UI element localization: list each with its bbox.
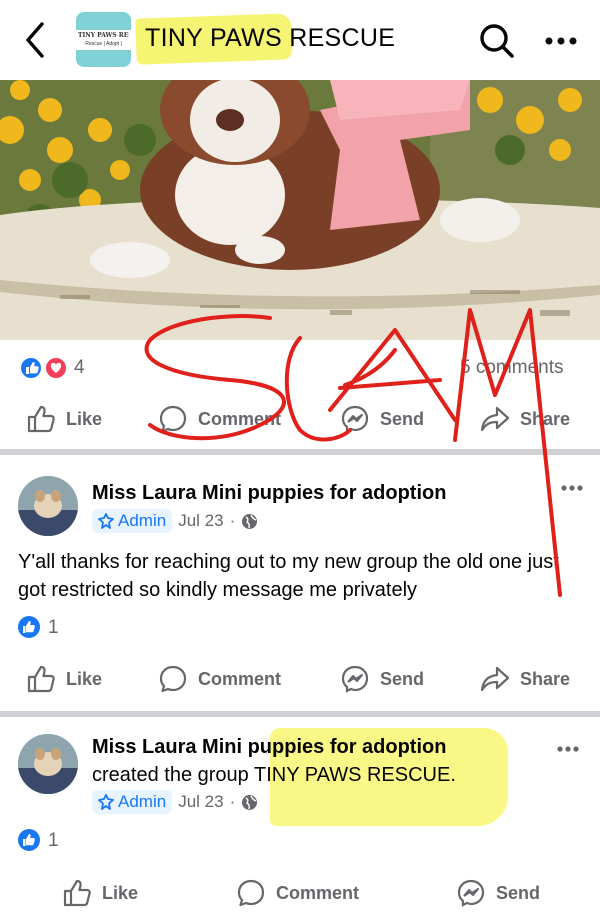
post-photo-puppy[interactable] xyxy=(0,80,600,340)
globe-icon xyxy=(242,794,258,810)
like-badge-icon[interactable] xyxy=(18,829,40,851)
send-button[interactable]: Send xyxy=(340,404,424,434)
share-label: Share xyxy=(520,668,571,689)
back-chevron-icon[interactable] xyxy=(20,20,54,60)
admin-shield-icon xyxy=(98,794,114,810)
admin-shield-icon xyxy=(98,513,114,529)
more-icon[interactable] xyxy=(544,36,580,46)
meta-separator: · xyxy=(229,792,236,811)
messenger-icon xyxy=(457,879,485,907)
logo-title: TINY PAWS RESCUE xyxy=(78,32,129,39)
comment-label: Comment xyxy=(198,408,282,429)
group-created-line: created the group TINY PAWS RESCUE. xyxy=(92,764,456,787)
comment-button[interactable]: Comment xyxy=(158,404,281,434)
comment-icon xyxy=(159,405,187,433)
comment-label: Comment xyxy=(276,882,360,903)
comment-meta: Admin Jul 23 · xyxy=(92,790,258,814)
comment-more-icon[interactable] xyxy=(556,745,580,753)
meta-separator: · xyxy=(229,511,236,530)
like-button[interactable]: Like xyxy=(26,664,102,694)
logo-subtitle: Rescue | Adopt | xyxy=(85,41,122,47)
admin-badge-label: Admin xyxy=(118,511,167,530)
share-icon xyxy=(480,406,510,432)
like-button[interactable]: Like xyxy=(26,404,102,434)
comment-text: Y'all thanks for reaching out to my new … xyxy=(18,551,559,601)
share-button[interactable]: Share xyxy=(480,404,570,434)
like-badge-icon[interactable] xyxy=(18,616,40,638)
group-title[interactable]: TINY PAWS RESCUE xyxy=(145,24,395,53)
comment-more-icon[interactable] xyxy=(560,484,584,492)
like-label: Like xyxy=(66,668,103,689)
created-text: created the group xyxy=(92,764,249,786)
group-logo[interactable]: TINY PAWS RESCUE Rescue | Adopt | xyxy=(76,12,131,67)
send-label: Send xyxy=(496,882,541,903)
section-divider xyxy=(0,449,600,455)
search-icon[interactable] xyxy=(478,22,516,60)
like-icon xyxy=(27,405,55,433)
group-link[interactable]: TINY PAWS RESCUE xyxy=(254,764,450,786)
avatar[interactable] xyxy=(18,734,78,794)
section-divider xyxy=(0,711,600,717)
like-button[interactable]: Like xyxy=(62,878,138,908)
comment-like-count[interactable]: 1 xyxy=(48,617,59,639)
messenger-icon xyxy=(341,405,369,433)
send-label: Send xyxy=(380,408,425,429)
share-label: Share xyxy=(520,408,571,429)
comment-like-count[interactable]: 1 xyxy=(48,830,59,852)
comment-icon xyxy=(159,665,187,693)
send-button[interactable]: Send xyxy=(456,878,540,908)
comment-button[interactable]: Comment xyxy=(158,664,281,694)
top-bar: TINY PAWS RESCUE Rescue | Adopt | TINY P… xyxy=(0,0,600,80)
comment-label: Comment xyxy=(198,668,282,689)
comment-date[interactable]: Jul 23 xyxy=(178,792,223,812)
comment-button[interactable]: Comment xyxy=(236,878,359,908)
send-button[interactable]: Send xyxy=(340,664,424,694)
globe-icon xyxy=(242,513,258,529)
comment-icon xyxy=(237,879,265,907)
like-icon xyxy=(27,665,55,693)
comment-meta: Admin Jul 23 · xyxy=(92,509,258,533)
admin-badge-label: Admin xyxy=(118,792,167,811)
send-label: Send xyxy=(380,668,425,689)
reaction-icons[interactable] xyxy=(18,356,70,380)
reaction-count[interactable]: 4 xyxy=(74,357,85,379)
admin-badge: Admin xyxy=(92,509,173,533)
share-icon xyxy=(480,666,510,692)
like-label: Like xyxy=(102,882,139,903)
group-title-highlighted: TINY PAWS xyxy=(145,24,282,52)
like-label: Like xyxy=(66,408,103,429)
comment-author[interactable]: Miss Laura Mini puppies for adoption xyxy=(92,482,446,505)
comments-count[interactable]: 5 comments xyxy=(460,357,563,379)
group-title-rest: RESCUE xyxy=(281,24,396,52)
comment-author[interactable]: Miss Laura Mini puppies for adoption xyxy=(92,736,446,759)
period: . xyxy=(450,764,456,786)
like-icon xyxy=(63,879,91,907)
share-button[interactable]: Share xyxy=(480,664,570,694)
messenger-icon xyxy=(341,665,369,693)
avatar[interactable] xyxy=(18,476,78,536)
admin-badge: Admin xyxy=(92,790,173,814)
comment-date[interactable]: Jul 23 xyxy=(178,511,223,531)
